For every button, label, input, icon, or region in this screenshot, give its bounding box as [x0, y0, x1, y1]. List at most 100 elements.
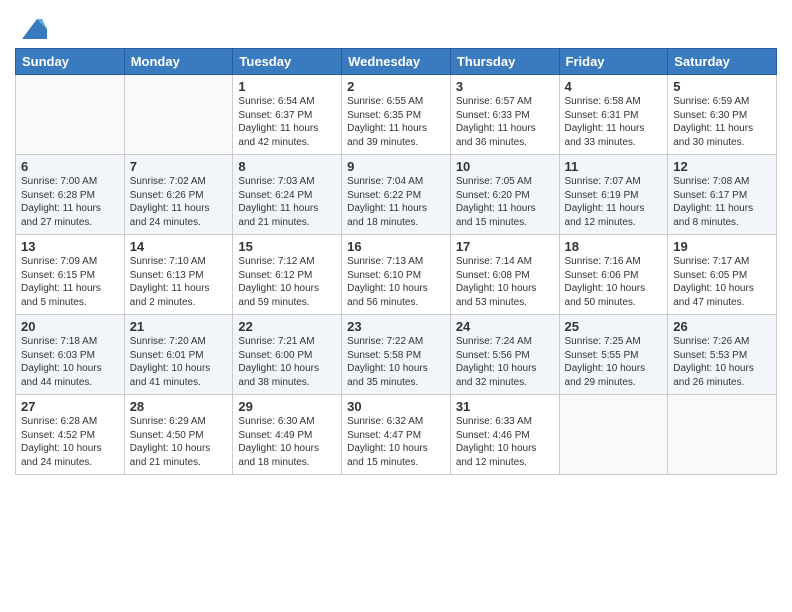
header-day-wednesday: Wednesday — [342, 49, 451, 75]
calendar-week-2: 6Sunrise: 7:00 AMSunset: 6:28 PMDaylight… — [16, 155, 777, 235]
day-number: 5 — [673, 79, 771, 94]
day-number: 7 — [130, 159, 228, 174]
day-info: Sunrise: 6:54 AMSunset: 6:37 PMDaylight:… — [238, 95, 336, 149]
calendar-cell — [16, 75, 125, 155]
day-info: Sunrise: 6:57 AMSunset: 6:33 PMDaylight:… — [456, 95, 554, 149]
calendar-week-4: 20Sunrise: 7:18 AMSunset: 6:03 PMDayligh… — [16, 315, 777, 395]
day-info: Sunrise: 7:08 AMSunset: 6:17 PMDaylight:… — [673, 175, 771, 229]
calendar-cell — [559, 395, 668, 475]
day-info: Sunrise: 6:28 AMSunset: 4:52 PMDaylight:… — [21, 415, 119, 469]
day-number: 28 — [130, 399, 228, 414]
calendar-cell: 26Sunrise: 7:26 AMSunset: 5:53 PMDayligh… — [668, 315, 777, 395]
day-info: Sunrise: 7:17 AMSunset: 6:05 PMDaylight:… — [673, 255, 771, 309]
day-info: Sunrise: 7:20 AMSunset: 6:01 PMDaylight:… — [130, 335, 228, 389]
calendar-cell: 16Sunrise: 7:13 AMSunset: 6:10 PMDayligh… — [342, 235, 451, 315]
header-day-monday: Monday — [124, 49, 233, 75]
calendar-cell: 6Sunrise: 7:00 AMSunset: 6:28 PMDaylight… — [16, 155, 125, 235]
calendar-cell: 23Sunrise: 7:22 AMSunset: 5:58 PMDayligh… — [342, 315, 451, 395]
calendar-cell: 30Sunrise: 6:32 AMSunset: 4:47 PMDayligh… — [342, 395, 451, 475]
day-info: Sunrise: 7:09 AMSunset: 6:15 PMDaylight:… — [21, 255, 119, 309]
day-number: 12 — [673, 159, 771, 174]
page: SundayMondayTuesdayWednesdayThursdayFrid… — [0, 0, 792, 485]
calendar-cell: 15Sunrise: 7:12 AMSunset: 6:12 PMDayligh… — [233, 235, 342, 315]
day-info: Sunrise: 7:22 AMSunset: 5:58 PMDaylight:… — [347, 335, 445, 389]
header-day-saturday: Saturday — [668, 49, 777, 75]
day-number: 23 — [347, 319, 445, 334]
calendar-cell: 8Sunrise: 7:03 AMSunset: 6:24 PMDaylight… — [233, 155, 342, 235]
logo — [15, 14, 47, 44]
calendar-cell: 7Sunrise: 7:02 AMSunset: 6:26 PMDaylight… — [124, 155, 233, 235]
day-info: Sunrise: 7:26 AMSunset: 5:53 PMDaylight:… — [673, 335, 771, 389]
logo-icon — [17, 14, 47, 44]
day-number: 19 — [673, 239, 771, 254]
calendar-cell: 25Sunrise: 7:25 AMSunset: 5:55 PMDayligh… — [559, 315, 668, 395]
day-info: Sunrise: 7:14 AMSunset: 6:08 PMDaylight:… — [456, 255, 554, 309]
day-info: Sunrise: 7:10 AMSunset: 6:13 PMDaylight:… — [130, 255, 228, 309]
day-number: 10 — [456, 159, 554, 174]
day-info: Sunrise: 7:05 AMSunset: 6:20 PMDaylight:… — [456, 175, 554, 229]
day-info: Sunrise: 7:12 AMSunset: 6:12 PMDaylight:… — [238, 255, 336, 309]
header-day-tuesday: Tuesday — [233, 49, 342, 75]
day-number: 26 — [673, 319, 771, 334]
calendar-cell: 5Sunrise: 6:59 AMSunset: 6:30 PMDaylight… — [668, 75, 777, 155]
day-info: Sunrise: 7:21 AMSunset: 6:00 PMDaylight:… — [238, 335, 336, 389]
day-number: 21 — [130, 319, 228, 334]
header-day-sunday: Sunday — [16, 49, 125, 75]
day-number: 8 — [238, 159, 336, 174]
day-number: 2 — [347, 79, 445, 94]
calendar-cell: 31Sunrise: 6:33 AMSunset: 4:46 PMDayligh… — [450, 395, 559, 475]
day-number: 6 — [21, 159, 119, 174]
day-info: Sunrise: 7:18 AMSunset: 6:03 PMDaylight:… — [21, 335, 119, 389]
calendar-cell: 18Sunrise: 7:16 AMSunset: 6:06 PMDayligh… — [559, 235, 668, 315]
day-number: 24 — [456, 319, 554, 334]
calendar-cell: 20Sunrise: 7:18 AMSunset: 6:03 PMDayligh… — [16, 315, 125, 395]
day-number: 30 — [347, 399, 445, 414]
day-info: Sunrise: 7:24 AMSunset: 5:56 PMDaylight:… — [456, 335, 554, 389]
day-number: 16 — [347, 239, 445, 254]
calendar-cell: 29Sunrise: 6:30 AMSunset: 4:49 PMDayligh… — [233, 395, 342, 475]
day-number: 22 — [238, 319, 336, 334]
day-info: Sunrise: 6:29 AMSunset: 4:50 PMDaylight:… — [130, 415, 228, 469]
day-info: Sunrise: 6:55 AMSunset: 6:35 PMDaylight:… — [347, 95, 445, 149]
day-info: Sunrise: 6:30 AMSunset: 4:49 PMDaylight:… — [238, 415, 336, 469]
calendar-cell: 22Sunrise: 7:21 AMSunset: 6:00 PMDayligh… — [233, 315, 342, 395]
day-number: 18 — [565, 239, 663, 254]
calendar-cell: 21Sunrise: 7:20 AMSunset: 6:01 PMDayligh… — [124, 315, 233, 395]
day-info: Sunrise: 7:03 AMSunset: 6:24 PMDaylight:… — [238, 175, 336, 229]
calendar-cell: 4Sunrise: 6:58 AMSunset: 6:31 PMDaylight… — [559, 75, 668, 155]
day-info: Sunrise: 7:00 AMSunset: 6:28 PMDaylight:… — [21, 175, 119, 229]
header — [15, 10, 777, 44]
day-number: 20 — [21, 319, 119, 334]
day-info: Sunrise: 7:02 AMSunset: 6:26 PMDaylight:… — [130, 175, 228, 229]
calendar-cell: 12Sunrise: 7:08 AMSunset: 6:17 PMDayligh… — [668, 155, 777, 235]
calendar-cell: 2Sunrise: 6:55 AMSunset: 6:35 PMDaylight… — [342, 75, 451, 155]
day-number: 9 — [347, 159, 445, 174]
calendar-cell: 13Sunrise: 7:09 AMSunset: 6:15 PMDayligh… — [16, 235, 125, 315]
calendar-cell: 1Sunrise: 6:54 AMSunset: 6:37 PMDaylight… — [233, 75, 342, 155]
day-info: Sunrise: 6:32 AMSunset: 4:47 PMDaylight:… — [347, 415, 445, 469]
calendar-header-row: SundayMondayTuesdayWednesdayThursdayFrid… — [16, 49, 777, 75]
day-info: Sunrise: 6:33 AMSunset: 4:46 PMDaylight:… — [456, 415, 554, 469]
calendar-cell: 14Sunrise: 7:10 AMSunset: 6:13 PMDayligh… — [124, 235, 233, 315]
calendar-week-1: 1Sunrise: 6:54 AMSunset: 6:37 PMDaylight… — [16, 75, 777, 155]
calendar-week-5: 27Sunrise: 6:28 AMSunset: 4:52 PMDayligh… — [16, 395, 777, 475]
header-day-friday: Friday — [559, 49, 668, 75]
day-info: Sunrise: 6:59 AMSunset: 6:30 PMDaylight:… — [673, 95, 771, 149]
calendar-cell: 10Sunrise: 7:05 AMSunset: 6:20 PMDayligh… — [450, 155, 559, 235]
day-number: 31 — [456, 399, 554, 414]
day-number: 4 — [565, 79, 663, 94]
day-number: 15 — [238, 239, 336, 254]
day-number: 13 — [21, 239, 119, 254]
day-info: Sunrise: 7:07 AMSunset: 6:19 PMDaylight:… — [565, 175, 663, 229]
day-info: Sunrise: 7:13 AMSunset: 6:10 PMDaylight:… — [347, 255, 445, 309]
day-info: Sunrise: 7:25 AMSunset: 5:55 PMDaylight:… — [565, 335, 663, 389]
day-info: Sunrise: 7:16 AMSunset: 6:06 PMDaylight:… — [565, 255, 663, 309]
calendar-table: SundayMondayTuesdayWednesdayThursdayFrid… — [15, 48, 777, 475]
day-info: Sunrise: 6:58 AMSunset: 6:31 PMDaylight:… — [565, 95, 663, 149]
day-info: Sunrise: 7:04 AMSunset: 6:22 PMDaylight:… — [347, 175, 445, 229]
day-number: 11 — [565, 159, 663, 174]
header-day-thursday: Thursday — [450, 49, 559, 75]
day-number: 3 — [456, 79, 554, 94]
calendar-cell: 17Sunrise: 7:14 AMSunset: 6:08 PMDayligh… — [450, 235, 559, 315]
calendar-cell: 27Sunrise: 6:28 AMSunset: 4:52 PMDayligh… — [16, 395, 125, 475]
